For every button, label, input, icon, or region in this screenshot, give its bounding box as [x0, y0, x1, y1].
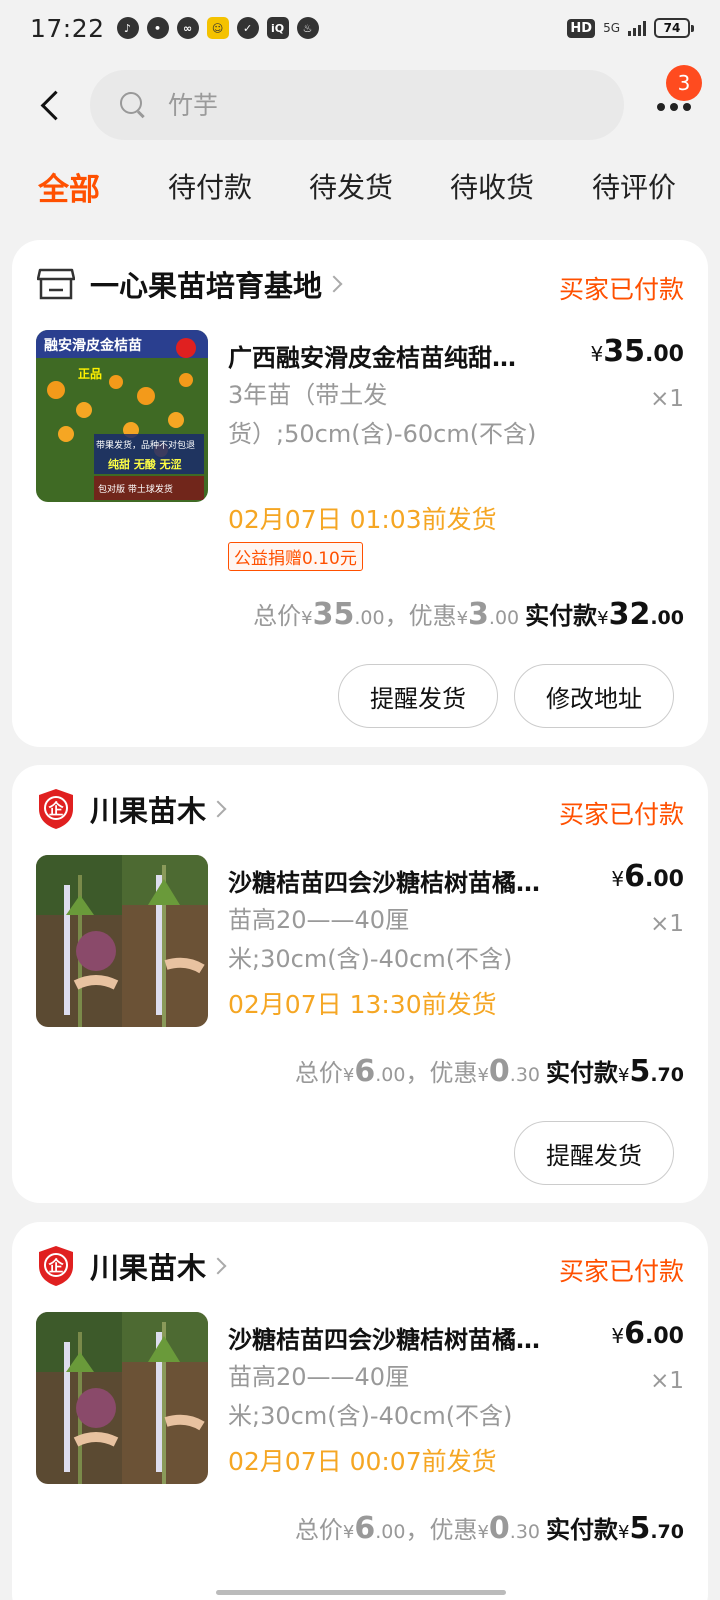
status-bar: 17:22 ♪ • ∞ ☺ ✓ iQ ♨ HD 5G 74	[0, 0, 720, 56]
ship-deadline: 02月07日 01:03前发货	[228, 505, 497, 534]
remind-shipment-button[interactable]: 提醒发货	[338, 664, 498, 728]
order-summary: 总价 ¥6.00 ，优惠 ¥0.30 实付款¥5.70	[294, 1511, 684, 1546]
search-box[interactable]	[90, 70, 624, 140]
tab-pending-receipt[interactable]: 待收货	[450, 166, 534, 206]
product-image[interactable]	[36, 1312, 208, 1484]
tab-pending-payment[interactable]: 待付款	[168, 166, 252, 206]
shop-header[interactable]: 企 川果苗木	[36, 1244, 227, 1288]
order-status: 买家已付款	[558, 1257, 684, 1286]
flame-icon: ♨	[296, 17, 319, 39]
product-quantity: ×1	[650, 911, 684, 937]
battery-icon: 74	[654, 18, 694, 38]
search-icon	[120, 92, 146, 118]
notification-badge: 3	[666, 65, 702, 101]
remind-shipment-button[interactable]: 提醒发货	[514, 1121, 674, 1185]
shop-header[interactable]: 企 川果苗木	[36, 787, 227, 831]
product-price: ¥35.00	[590, 334, 684, 369]
app-yellow-icon: ☺	[206, 17, 229, 39]
product-title[interactable]: 沙糖桔苗四会沙糖桔树苗橘…	[228, 1320, 558, 1355]
store-icon	[36, 264, 76, 304]
order-summary: 总价 ¥6.00 ，优惠 ¥0.30 实付款¥5.70	[294, 1054, 684, 1089]
shop-name: 一心果苗培育基地	[90, 269, 323, 303]
compass-icon: ✓	[236, 17, 259, 39]
notification-icons: ♪ • ∞ ☺ ✓ iQ ♨	[116, 17, 319, 39]
tab-pending-review[interactable]: 待评价	[592, 166, 676, 206]
order-card[interactable]: 企 川果苗木 买家已付款 沙糖桔苗四会沙糖桔树苗橘… ¥6.00 ×1 苗高20…	[12, 765, 708, 1203]
tab-all[interactable]: 全部	[38, 164, 100, 209]
chat-bubble-icon: •	[146, 17, 169, 39]
product-spec: 3年苗（带土发货）;50cm(含)-60cm(不含)	[228, 381, 537, 448]
thumb-line-3: 包对版 带土球发货	[98, 483, 173, 495]
svg-text:企: 企	[47, 800, 64, 818]
svg-text:企: 企	[47, 1257, 64, 1275]
ship-deadline: 02月07日 00:07前发货	[228, 1447, 497, 1476]
order-status: 买家已付款	[558, 800, 684, 829]
order-summary: 总价 ¥35.00 ，优惠 ¥3.00 实付款¥32.00	[253, 597, 684, 632]
product-image[interactable]	[36, 855, 208, 1027]
chevron-right-icon	[325, 275, 343, 293]
signal-icon	[628, 20, 646, 36]
back-arrow-icon[interactable]	[28, 82, 74, 128]
iqiyi-icon: iQ	[266, 17, 289, 39]
product-quantity: ×1	[650, 1368, 684, 1394]
change-address-button[interactable]: 修改地址	[514, 664, 674, 728]
chevron-right-icon	[209, 1257, 227, 1275]
ship-deadline: 02月07日 13:30前发货	[228, 990, 497, 1019]
order-status: 买家已付款	[558, 275, 684, 304]
music-icon: ♪	[116, 17, 139, 39]
enterprise-shield-icon: 企	[36, 789, 76, 829]
order-card[interactable]: 一心果苗培育基地 买家已付款 融安滑皮金桔苗 正品 带果发货，品种不对包退 纯甜…	[12, 240, 708, 747]
shop-name: 川果苗木	[90, 1251, 207, 1285]
thumb-stamp-text: 正品	[78, 367, 102, 381]
product-spec: 苗高20——40厘米;30cm(含)-40cm(不含)	[228, 906, 513, 973]
product-title[interactable]: 沙糖桔苗四会沙糖桔树苗橘…	[228, 863, 558, 898]
network-type: 5G	[603, 21, 620, 35]
thumb-line-1: 带果发货，品种不对包退	[96, 439, 195, 451]
product-price: ¥6.00	[611, 1316, 684, 1351]
product-image[interactable]: 融安滑皮金桔苗 正品 带果发货，品种不对包退 纯甜 无酸 无涩 包对版 带土球发…	[36, 330, 208, 502]
shop-header[interactable]: 一心果苗培育基地	[36, 262, 343, 306]
enterprise-shield-icon: 企	[36, 1246, 76, 1286]
product-spec: 苗高20——40厘米;30cm(含)-40cm(不含)	[228, 1363, 513, 1430]
product-price: ¥6.00	[611, 859, 684, 894]
hd-icon: HD	[567, 18, 596, 38]
tab-pending-shipment[interactable]: 待发货	[309, 166, 393, 206]
home-indicator[interactable]	[216, 1590, 506, 1595]
search-input[interactable]	[168, 90, 588, 120]
order-tabs: 全部 待付款 待发货 待收货 待评价	[0, 166, 720, 226]
wechat-icon: ∞	[176, 17, 199, 39]
charity-tag: 公益捐赠0.10元	[228, 542, 363, 571]
product-title[interactable]: 广西融安滑皮金桔苗纯甜…	[228, 338, 558, 373]
chevron-right-icon	[209, 800, 227, 818]
product-quantity: ×1	[650, 386, 684, 412]
shop-name: 川果苗木	[90, 794, 207, 828]
nav-bar	[0, 70, 720, 140]
order-card[interactable]: 企 川果苗木 买家已付款 沙糖桔苗四会沙糖桔树苗橘… ¥6.00 ×1 苗高20…	[12, 1222, 708, 1600]
status-time: 17:22	[30, 13, 105, 43]
thumb-line-2: 纯甜 无酸 无涩	[108, 457, 182, 471]
thumb-title-text: 融安滑皮金桔苗	[44, 337, 142, 354]
